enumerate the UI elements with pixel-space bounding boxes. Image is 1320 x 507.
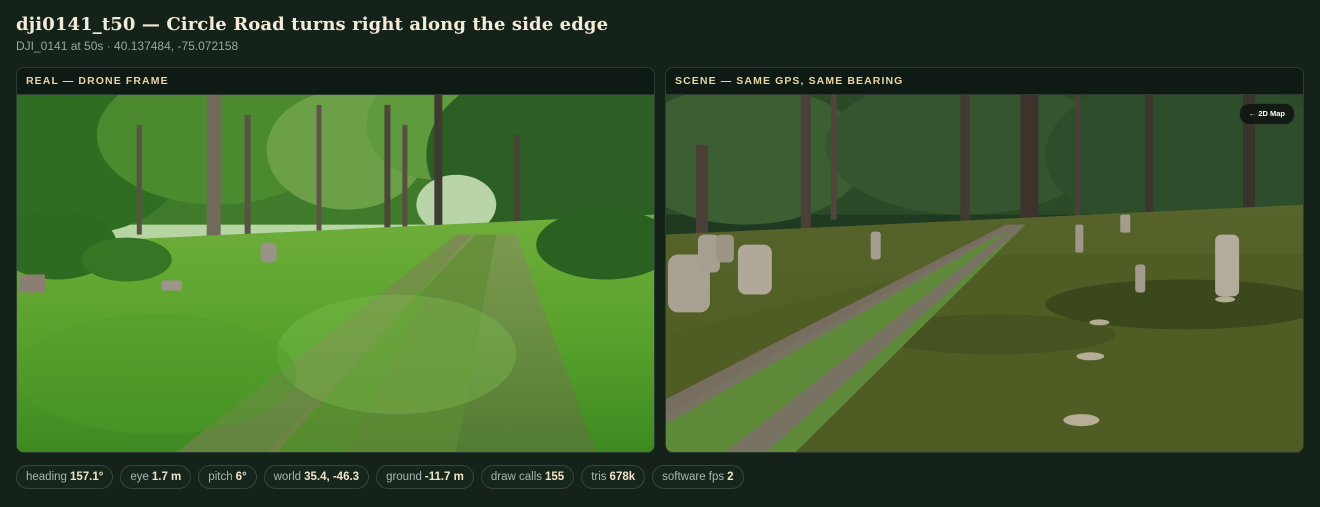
stat-ground: ground -11.7 m	[376, 465, 474, 489]
page-subtitle: DJI_0141 at 50s · 40.137484, -75.072158	[16, 39, 239, 53]
scene-render[interactable]: ← 2D Map	[666, 95, 1303, 452]
2d-map-button[interactable]: ← 2D Map	[1238, 103, 1295, 125]
real-frame-label: REAL — DRONE FRAME	[17, 68, 654, 95]
stat-pitch: pitch 6°	[198, 465, 257, 489]
drone-frame-image	[17, 95, 654, 452]
real-frame-panel: REAL — DRONE FRAME	[16, 67, 655, 453]
page-title: dji0141_t50 — Circle Road turns right al…	[16, 14, 609, 35]
stat-world: world 35.4, -46.3	[263, 465, 370, 489]
scene-panel: SCENE — SAME GPS, SAME BEARING ← 2D Map	[665, 67, 1304, 453]
stats-bar: heading 157.1° eye 1.7 m pitch 6° world 35.4…	[16, 465, 744, 489]
stat-eye: eye 1.7 m	[120, 465, 192, 489]
stat-software-fps: software fps 2	[652, 465, 744, 489]
stat-draw-calls: draw calls 155	[480, 465, 575, 489]
scene-label: SCENE — SAME GPS, SAME BEARING	[666, 68, 1303, 95]
stat-tris: tris 678k	[581, 465, 646, 489]
stat-heading: heading 157.1°	[16, 465, 114, 489]
